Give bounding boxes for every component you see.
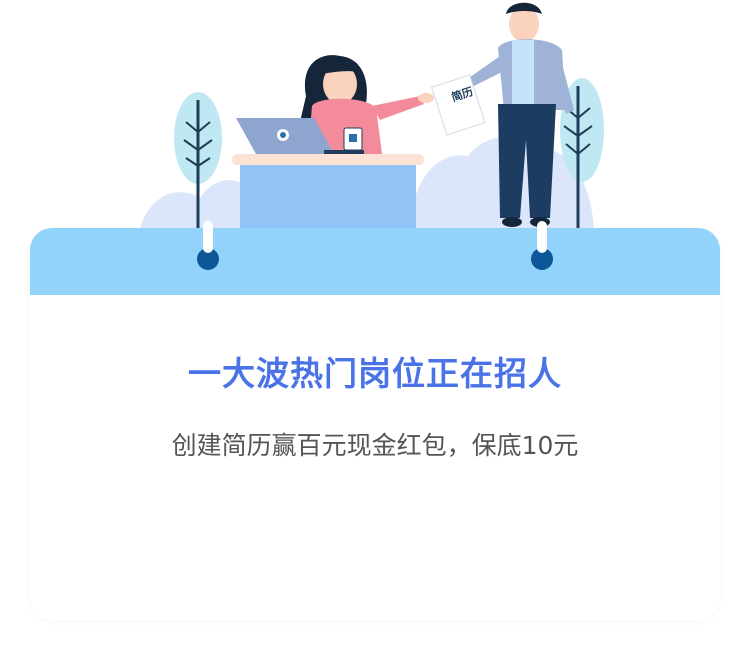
- promo-headline: 一大波热门岗位正在招人: [188, 354, 562, 393]
- binder-pin-right: [537, 221, 547, 253]
- promo-subline: 创建简历赢百元现金红包，保底10元: [171, 431, 579, 460]
- binder-pin-left: [203, 221, 213, 253]
- recruitment-illustration: 简历: [140, 2, 604, 228]
- promo-screen: 简历 一大波热门岗位正在招人 创建简历赢百元现金红包，保底10元: [0, 0, 750, 650]
- desk: [232, 154, 424, 228]
